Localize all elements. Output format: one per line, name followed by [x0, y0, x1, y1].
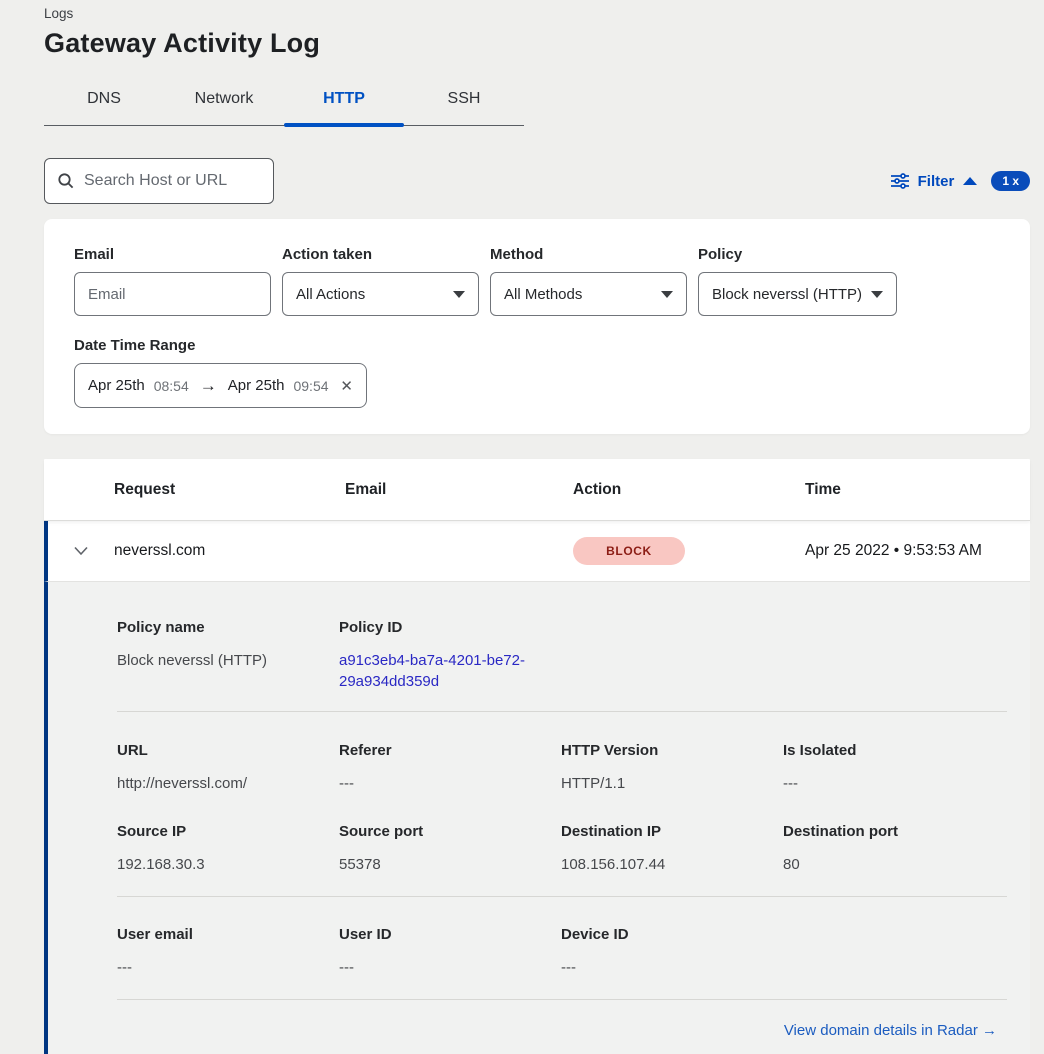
source-ip-label: Source IP: [117, 823, 339, 840]
arrow-right-icon: →: [198, 376, 219, 396]
row-time: Apr 25 2022 • 9:53:53 AM: [805, 542, 1030, 560]
row-details-panel: Policy name Block neverssl (HTTP) Policy…: [44, 582, 1030, 1054]
device-id-value: ---: [561, 957, 783, 978]
end-time: 09:54: [293, 378, 328, 394]
user-id-field: User ID ---: [339, 926, 561, 978]
is-isolated-label: Is Isolated: [783, 742, 1005, 759]
source-port-label: Source port: [339, 823, 561, 840]
breadcrumb[interactable]: Logs: [44, 4, 1030, 21]
tab-bar: DNS Network HTTP SSH: [44, 80, 524, 126]
source-ip-field: Source IP 192.168.30.3: [117, 823, 339, 875]
email-filter-input[interactable]: [88, 286, 257, 303]
destination-port-label: Destination port: [783, 823, 1005, 840]
user-id-value: ---: [339, 957, 561, 978]
destination-ip-value: 108.156.107.44: [561, 854, 783, 875]
action-taken-label: Action taken: [282, 246, 479, 263]
method-value: All Methods: [504, 286, 582, 303]
destination-ip-field: Destination IP 108.156.107.44: [561, 823, 783, 875]
row-request: neverssl.com: [114, 542, 345, 560]
destination-ip-label: Destination IP: [561, 823, 783, 840]
policy-id-label: Policy ID: [339, 619, 561, 636]
filter-sliders-icon: [891, 173, 909, 189]
source-port-field: Source port 55378: [339, 823, 561, 875]
url-value: http://neverssl.com/: [117, 773, 339, 794]
tab-ssh[interactable]: SSH: [404, 80, 524, 125]
policy-label: Policy: [698, 246, 897, 263]
destination-port-field: Destination port 80: [783, 823, 1005, 875]
url-label: URL: [117, 742, 339, 759]
column-header-action: Action: [573, 481, 805, 499]
filter-toggle[interactable]: Filter 1 x: [891, 171, 1030, 191]
tab-http[interactable]: HTTP: [284, 80, 404, 125]
start-time: 08:54: [154, 378, 189, 394]
source-port-value: 55378: [339, 854, 561, 875]
gateway-activity-log-page: Logs Gateway Activity Log DNS Network HT…: [0, 0, 1044, 1054]
action-taken-select[interactable]: All Actions: [282, 272, 479, 316]
method-select[interactable]: All Methods: [490, 272, 687, 316]
referer-field: Referer ---: [339, 742, 561, 794]
divider: [117, 711, 1007, 712]
tab-dns[interactable]: DNS: [44, 80, 164, 125]
policy-id-link[interactable]: a91c3eb4-ba7a-4201-be72-29a934dd359d: [339, 650, 535, 692]
filter-count-badge[interactable]: 1 x: [991, 171, 1030, 191]
source-ip-value: 192.168.30.3: [117, 854, 339, 875]
column-header-request: Request: [114, 481, 345, 499]
chevron-down-icon: [453, 291, 465, 298]
referer-value: ---: [339, 773, 561, 794]
user-email-value: ---: [117, 957, 339, 978]
user-email-label: User email: [117, 926, 339, 943]
page-title: Gateway Activity Log: [44, 28, 1030, 59]
http-version-label: HTTP Version: [561, 742, 783, 759]
is-isolated-value: ---: [783, 773, 1005, 794]
column-header-time: Time: [805, 481, 1030, 499]
divider: [117, 896, 1007, 897]
destination-port-value: 80: [783, 854, 1005, 875]
activity-log-table: Request Email Action Time neverssl.com B…: [44, 459, 1030, 1054]
column-header-email: Email: [345, 481, 573, 499]
policy-name-field: Policy name Block neverssl (HTTP): [117, 619, 339, 692]
method-field: Method All Methods: [490, 246, 687, 316]
search-icon: [57, 172, 75, 190]
referer-label: Referer: [339, 742, 561, 759]
method-label: Method: [490, 246, 687, 263]
user-email-field: User email ---: [117, 926, 339, 978]
http-version-field: HTTP Version HTTP/1.1: [561, 742, 783, 794]
policy-field: Policy Block neverssl (HTTP): [698, 246, 897, 316]
action-taken-field: Action taken All Actions: [282, 246, 479, 316]
policy-name-value: Block neverssl (HTTP): [117, 650, 339, 671]
start-date: Apr 25th: [88, 377, 145, 394]
block-status-badge: BLOCK: [573, 537, 685, 565]
search-box[interactable]: [44, 158, 274, 204]
device-id-label: Device ID: [561, 926, 783, 943]
date-range-field: Date Time Range Apr 25th 08:54 → Apr 25t…: [74, 337, 1000, 408]
date-range-label: Date Time Range: [74, 337, 1000, 354]
device-id-field: Device ID ---: [561, 926, 783, 978]
chevron-down-icon: [661, 291, 673, 298]
user-id-label: User ID: [339, 926, 561, 943]
table-row[interactable]: neverssl.com BLOCK Apr 25 2022 • 9:53:53…: [44, 521, 1030, 582]
policy-value: Block neverssl (HTTP): [712, 286, 862, 303]
policy-select[interactable]: Block neverssl (HTTP): [698, 272, 897, 316]
view-domain-details-radar-link[interactable]: View domain details in Radar →: [784, 1022, 997, 1039]
end-date: Apr 25th: [228, 377, 285, 394]
filter-panel: Email Action taken All Actions Method Al…: [44, 219, 1030, 434]
chevron-down-icon: [871, 291, 883, 298]
date-range-picker[interactable]: Apr 25th 08:54 → Apr 25th 09:54 ✕: [74, 363, 367, 408]
clear-date-range-icon[interactable]: ✕: [340, 377, 353, 395]
row-expand-chevron-icon[interactable]: [73, 546, 89, 556]
toolbar: Filter 1 x: [44, 158, 1030, 204]
action-taken-value: All Actions: [296, 286, 365, 303]
http-version-value: HTTP/1.1: [561, 773, 783, 794]
tab-network[interactable]: Network: [164, 80, 284, 125]
table-header-row: Request Email Action Time: [44, 459, 1030, 521]
policy-id-field: Policy ID a91c3eb4-ba7a-4201-be72-29a934…: [339, 619, 561, 692]
is-isolated-field: Is Isolated ---: [783, 742, 1005, 794]
search-input[interactable]: [84, 172, 261, 190]
url-field: URL http://neverssl.com/: [117, 742, 339, 794]
policy-name-label: Policy name: [117, 619, 339, 636]
email-filter-label: Email: [74, 246, 271, 263]
caret-up-icon: [963, 177, 977, 185]
filter-label: Filter: [918, 173, 955, 190]
email-filter-field: Email: [74, 246, 271, 316]
